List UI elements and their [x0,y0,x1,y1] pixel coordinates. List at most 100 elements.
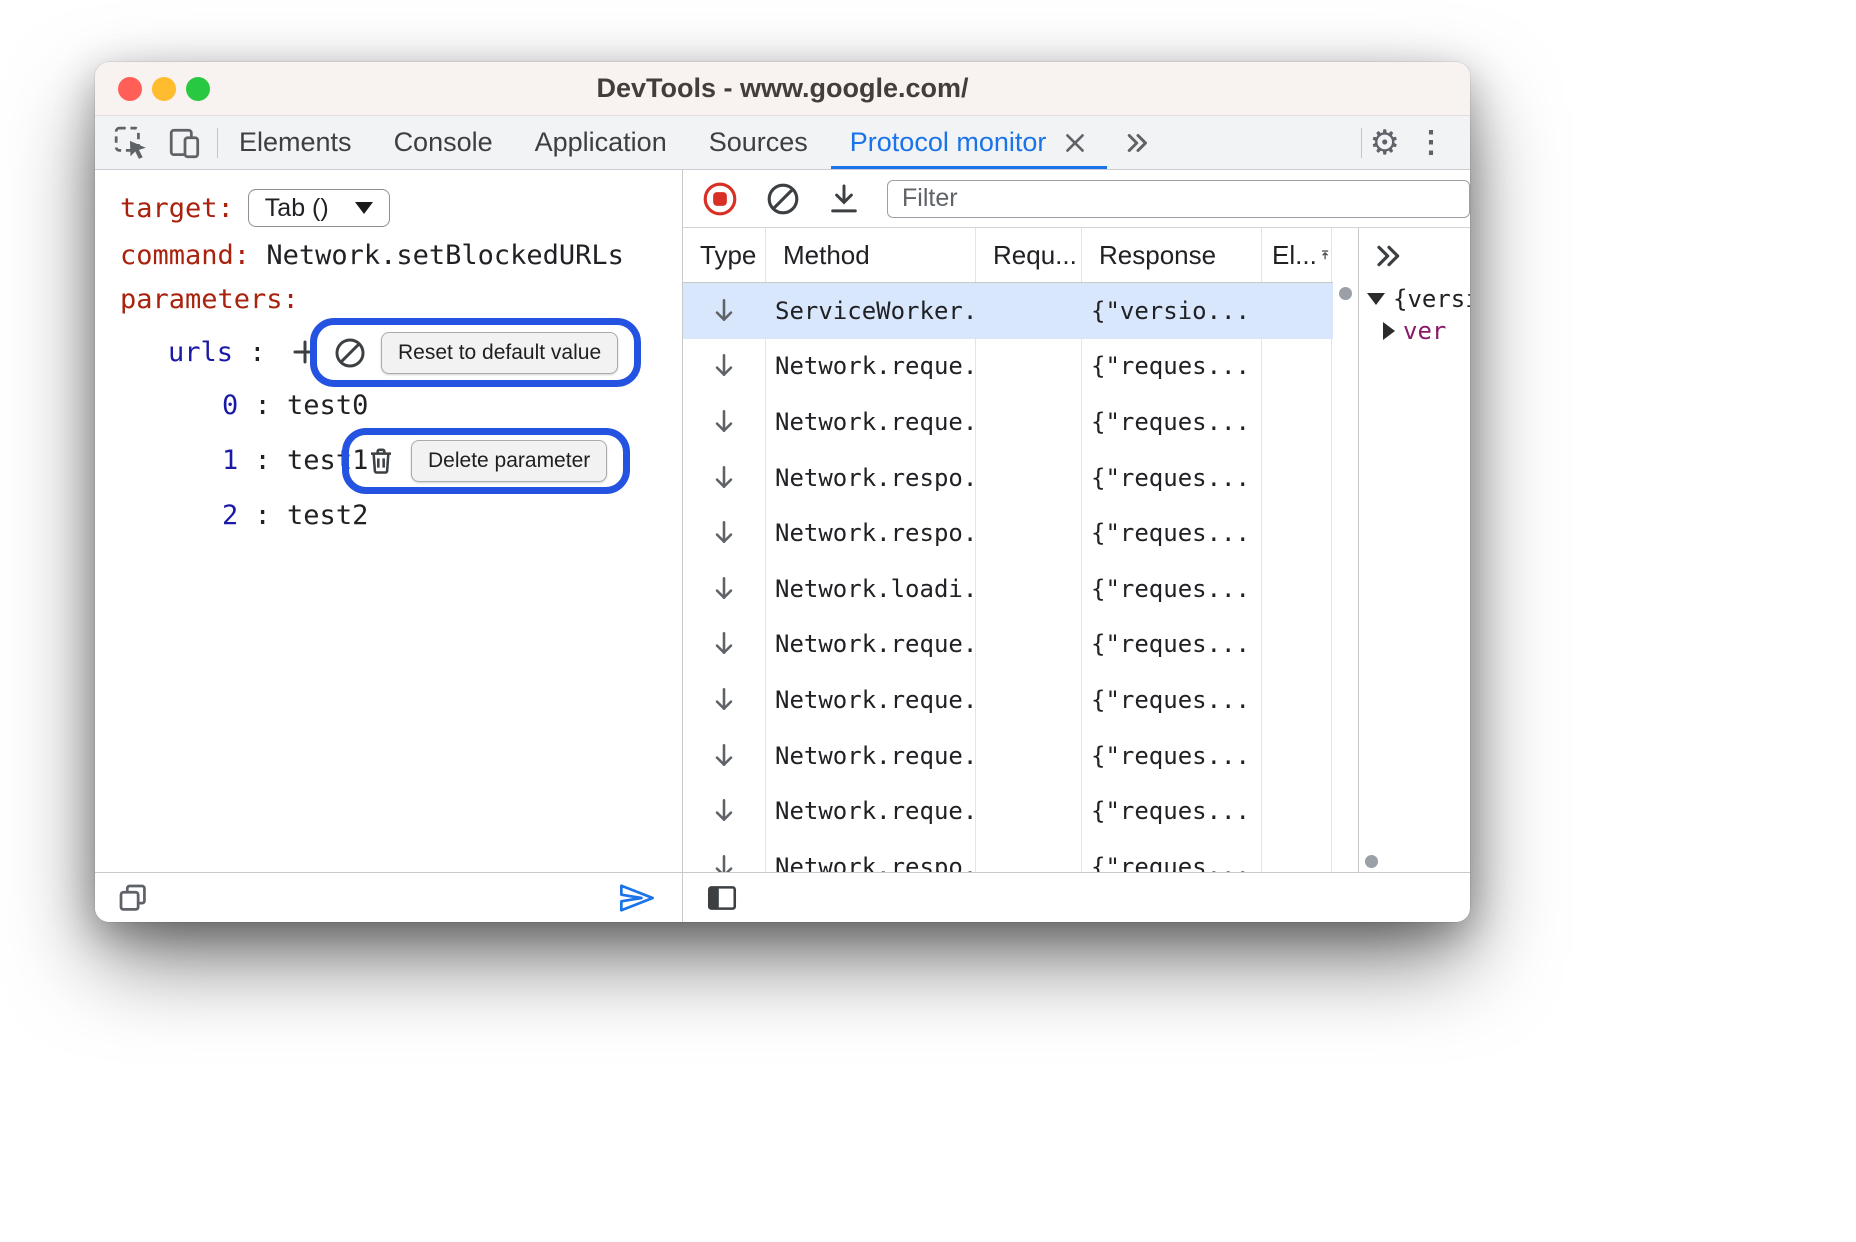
row-request [976,839,1082,872]
row-method: ServiceWorker... [775,297,976,325]
command-value: Network.setBlockedURLs [266,240,624,271]
protocol-table-row[interactable]: Network.reque... {"reques... [683,672,1333,728]
zoom-window-button[interactable] [186,77,210,101]
trash-icon[interactable] [365,445,397,477]
reset-default-button[interactable]: Reset to default value [381,332,618,374]
tab-console[interactable]: Console [373,116,514,169]
column-header-request[interactable]: Requ... [976,228,1082,282]
protocol-table-row[interactable]: Network.reque... {"reques... [683,617,1333,673]
protocol-table-row[interactable]: Network.reque... {"reques... [683,783,1333,839]
clear-all-icon[interactable] [765,181,801,217]
row-request [976,561,1082,617]
column-header-type[interactable]: Type [683,228,766,282]
sidebar-scrollbar-thumb[interactable] [1365,855,1378,868]
protocol-table-row[interactable]: Network.reque... {"reques... [683,394,1333,450]
row-method: Network.respo... [775,519,976,547]
sent-message-arrow-icon [713,686,735,714]
close-tab-icon[interactable] [1062,130,1088,156]
tree-collapsed-icon[interactable] [1383,322,1395,340]
more-tabs-icon[interactable] [1109,116,1167,169]
devtools-main: target: Tab () command: Network.setBlock… [95,170,1470,922]
target-select[interactable]: Tab () [248,189,390,227]
send-command-icon[interactable] [618,881,656,915]
row-method: Network.respo... [775,464,976,492]
toggle-sidebar-panel-icon[interactable] [683,881,739,915]
reset-to-default-icon[interactable] [333,336,367,370]
tree-expanded-icon[interactable] [1367,293,1385,305]
delete-parameter-button[interactable]: Delete parameter [411,440,607,482]
column-header-method[interactable]: Method [766,228,976,282]
sent-message-arrow-icon [713,853,735,872]
row-method: Network.reque... [775,797,976,825]
row-elapsed [1262,783,1332,839]
delete-parameter-callout: Delete parameter [342,428,630,494]
more-options-icon[interactable]: ⋮ [1408,125,1454,160]
tree-root-label: {versi [1393,285,1470,313]
filter-input[interactable] [887,180,1470,218]
record-stop-icon[interactable] [701,180,739,218]
sent-message-arrow-icon [713,352,735,380]
column-header-response[interactable]: Response [1082,228,1262,282]
row-response: {"reques... [1091,630,1250,658]
titlebar: DevTools - www.google.com/ [95,62,1470,116]
sent-message-arrow-icon [713,797,735,825]
tab-protocol-monitor[interactable]: Protocol monitor [829,116,1110,169]
protocol-table-row[interactable]: ServiceWorker... {"versio... [683,283,1333,339]
protocol-table-row[interactable]: Network.loadi... {"reques... [683,561,1333,617]
protocol-table-row[interactable]: Network.reque... {"reques... [683,339,1333,395]
tree-root-row[interactable]: {versi [1359,283,1470,315]
row-response: {"reques... [1091,742,1250,770]
row-method: Network.reque... [775,742,976,770]
reset-default-callout: Reset to default value [310,318,641,387]
sent-message-arrow-icon [713,575,735,603]
protocol-monitor-toolbar [683,170,1470,228]
row-response: {"reques... [1091,853,1250,872]
row-request [976,450,1082,506]
row-method: Network.respo... [775,853,976,872]
row-elapsed [1262,339,1332,395]
sent-message-arrow-icon [713,464,735,492]
inspect-element-icon[interactable] [113,125,149,161]
copy-command-icon[interactable] [95,882,149,914]
row-elapsed [1262,450,1332,506]
cdp-command-editor[interactable]: target: Tab () command: Network.setBlock… [95,170,682,872]
save-download-icon[interactable] [827,182,861,216]
desktop-background: DevTools - www.google.com/ [0,0,1856,1242]
tab-elements[interactable]: Elements [218,116,373,169]
table-scrollbar-thumb[interactable] [1339,287,1352,300]
expand-sidebar-icon[interactable] [1373,240,1405,272]
row-method: Network.reque... [775,630,976,658]
row-request [976,617,1082,673]
protocol-table-row[interactable]: Network.respo... {"reques... [683,450,1333,506]
minimize-window-button[interactable] [152,77,176,101]
tree-child-row[interactable]: ver [1359,315,1470,347]
tab-application[interactable]: Application [514,116,688,169]
row-response: {"reques... [1091,519,1250,547]
protocol-table-row[interactable]: Network.reque... {"reques... [683,728,1333,784]
settings-gear-icon[interactable]: ⚙ [1370,126,1400,160]
protocol-table-row[interactable]: Network.respo... {"reques... [683,839,1333,872]
row-elapsed [1262,561,1332,617]
row-elapsed [1262,728,1332,784]
toggle-device-toolbar-icon[interactable] [167,125,203,161]
url-parameter-row[interactable]: 2 : test2 [95,488,682,543]
sent-message-arrow-icon [713,408,735,436]
row-request [976,783,1082,839]
row-request [976,728,1082,784]
row-response: {"reques... [1091,464,1250,492]
close-window-button[interactable] [118,77,142,101]
window-title: DevTools - www.google.com/ [596,73,968,104]
urls-key: urls [168,337,233,368]
protocol-table-row[interactable]: Network.respo... {"reques... [683,505,1333,561]
devtools-window: DevTools - www.google.com/ [95,62,1470,922]
param-value: test2 [287,500,368,531]
row-request [976,672,1082,728]
row-response: {"reques... [1091,408,1250,436]
column-header-elapsed[interactable]: El... [1262,228,1332,282]
tab-sources[interactable]: Sources [688,116,829,169]
response-json-tree: {versi ver [1359,283,1470,347]
cdp-editor-pane: target: Tab () command: Network.setBlock… [95,170,683,922]
param-index: 2 [222,500,238,531]
toolbar-divider [1361,128,1362,158]
row-response: {"reques... [1091,575,1250,603]
